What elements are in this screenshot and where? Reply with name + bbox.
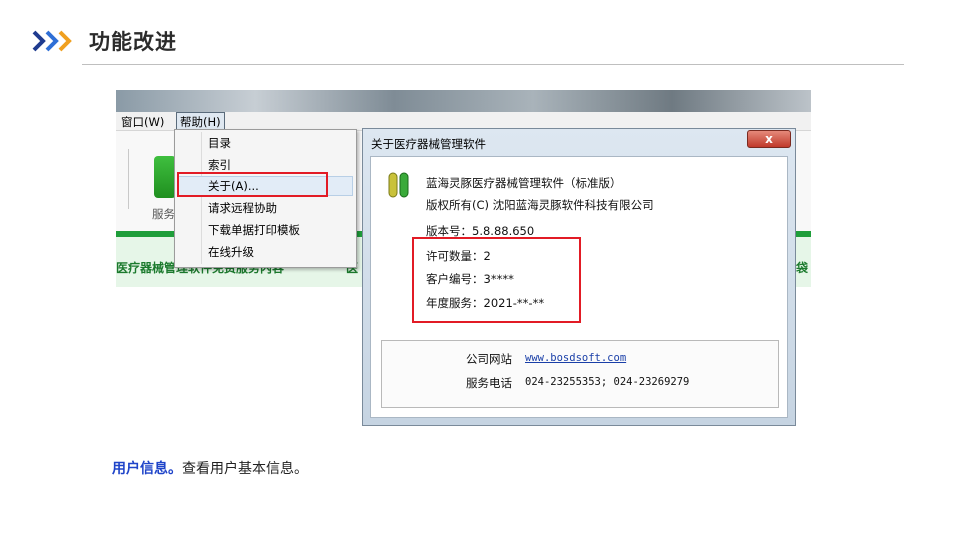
menu-item-remote-help[interactable]: 请求远程协助 xyxy=(208,198,277,218)
contact-box: 公司网站 www.bosdsoft.com 服务电话 024-23255353;… xyxy=(381,340,779,408)
copyright: 版权所有(C) 沈阳蓝海灵豚软件科技有限公司 xyxy=(426,198,654,212)
close-button[interactable]: x xyxy=(747,130,791,148)
menu-gutter xyxy=(201,132,202,264)
menu-item-contents[interactable]: 目录 xyxy=(208,133,231,153)
dialog-body: 蓝海灵豚医疗器械管理软件（标准版） 版权所有(C) 沈阳蓝海灵豚软件科技有限公司… xyxy=(370,156,788,418)
description-text: 查看用户基本信息。 xyxy=(182,461,308,477)
toolbar-divider xyxy=(128,149,129,209)
phone-value: 024-23255353; 024-23269279 xyxy=(525,376,690,388)
notice-right: 袋 xyxy=(796,261,809,275)
dialog-title: 关于医疗器械管理软件 xyxy=(371,137,486,151)
menu-item-download-template[interactable]: 下载单据打印模板 xyxy=(208,220,300,240)
service-icon[interactable] xyxy=(154,156,176,198)
menu-window[interactable]: 窗口(W) xyxy=(118,114,167,130)
product-name: 蓝海灵豚医疗器械管理软件（标准版） xyxy=(426,176,622,190)
website-link[interactable]: www.bosdsoft.com xyxy=(525,352,626,364)
menu-item-online-upgrade[interactable]: 在线升级 xyxy=(208,242,254,262)
app-logo-icon xyxy=(385,171,413,199)
chevrons-icon xyxy=(32,30,76,52)
about-dialog: 关于医疗器械管理软件 x 蓝海灵豚医疗器械管理软件（标准版） 版权所有(C) 沈… xyxy=(362,128,796,426)
website-label: 公司网站 xyxy=(466,352,512,366)
service-label: 服务 xyxy=(152,207,175,221)
help-dropdown: 目录 索引 关于(A)... 请求远程协助 下载单据打印模板 在线升级 xyxy=(174,129,357,268)
header-divider xyxy=(82,64,904,65)
phone-label: 服务电话 xyxy=(466,376,512,390)
slide-title: 功能改进 xyxy=(89,30,177,54)
user-info-highlight-box xyxy=(412,237,581,323)
about-highlight-box xyxy=(177,172,328,197)
description-label: 用户信息。 xyxy=(112,461,182,477)
description: 用户信息。查看用户基本信息。 xyxy=(112,458,308,478)
slide-header: 功能改进 xyxy=(0,0,962,66)
embedded-screenshot: 窗口(W) 帮助(H) 服务 医疗器械管理软件免费服务内容 医 袋 目录 索引 … xyxy=(116,90,811,428)
window-titlebar xyxy=(116,90,811,112)
